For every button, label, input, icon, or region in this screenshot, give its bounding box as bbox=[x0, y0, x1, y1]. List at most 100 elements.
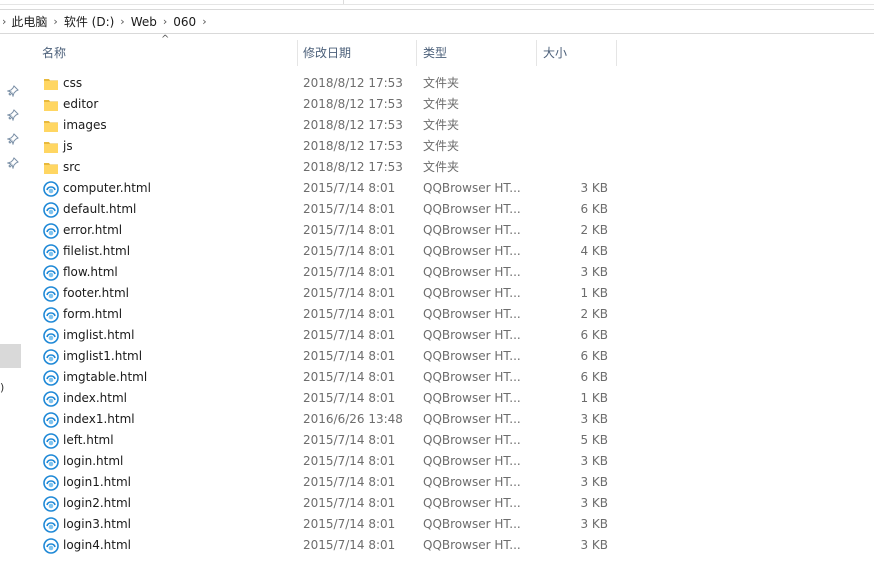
file-list: css 2018/8/12 17:53 文件夹 editor 2018/8/12 17:… bbox=[24, 73, 874, 556]
file-name: login.html bbox=[63, 454, 124, 468]
file-name: imglist1.html bbox=[63, 349, 143, 363]
column-header-type[interactable]: 类型 bbox=[423, 40, 533, 66]
file-row[interactable]: error.html 2015/7/14 8:01 QQBrowser HT... 2… bbox=[24, 220, 874, 241]
file-row[interactable]: login.html 2015/7/14 8:01 QQBrowser HT... 3… bbox=[24, 451, 874, 472]
file-row[interactable]: form.html 2015/7/14 8:01 QQBrowser HT... 2 … bbox=[24, 304, 874, 325]
file-size: 6 KB bbox=[580, 202, 608, 216]
file-row[interactable]: imglist1.html 2015/7/14 8:01 QQBrowser HT.… bbox=[24, 346, 874, 367]
file-type: QQBrowser HT... bbox=[423, 223, 521, 237]
chevron-right-icon[interactable]: › bbox=[120, 15, 124, 28]
breadcrumb-this-pc[interactable]: 此电脑 › bbox=[11, 13, 63, 30]
file-size: 3 KB bbox=[580, 517, 608, 531]
file-name: images bbox=[63, 118, 107, 132]
file-modified-date: 2015/7/14 8:01 bbox=[303, 202, 396, 216]
column-divider[interactable] bbox=[536, 40, 537, 66]
file-type: QQBrowser HT... bbox=[423, 454, 521, 468]
breadcrumb-drive-d[interactable]: 软件 (D:) › bbox=[64, 13, 131, 30]
pin-icon[interactable] bbox=[7, 109, 19, 121]
file-row[interactable]: login1.html 2015/7/14 8:01 QQBrowser HT...… bbox=[24, 472, 874, 493]
file-name: index.html bbox=[63, 391, 127, 405]
breadcrumb-label: 此电脑 bbox=[11, 15, 48, 29]
file-type: 文件夹 bbox=[423, 139, 460, 153]
column-header-name[interactable]: 名称 bbox=[42, 40, 292, 66]
breadcrumb-label: Web bbox=[130, 14, 157, 29]
file-modified-date: 2015/7/14 8:01 bbox=[303, 349, 396, 363]
column-divider[interactable] bbox=[616, 40, 617, 66]
file-name: left.html bbox=[63, 433, 114, 447]
pin-icon[interactable] bbox=[7, 85, 19, 97]
file-modified-date: 2015/7/14 8:01 bbox=[303, 265, 396, 279]
column-divider[interactable] bbox=[297, 40, 298, 66]
file-size: 3 KB bbox=[580, 496, 608, 510]
file-row[interactable]: default.html 2015/7/14 8:01 QQBrowser HT..… bbox=[24, 199, 874, 220]
divider bbox=[343, 0, 344, 4]
breadcrumb-label: 软件 (D:) bbox=[63, 15, 115, 29]
file-name: footer.html bbox=[63, 286, 129, 300]
file-row[interactable]: filelist.html 2015/7/14 8:01 QQBrowser HT.… bbox=[24, 241, 874, 262]
file-type: 文件夹 bbox=[423, 76, 460, 90]
column-header-size[interactable]: 大小 bbox=[543, 40, 613, 66]
file-size: 6 KB bbox=[580, 349, 608, 363]
breadcrumb-web[interactable]: Web › bbox=[131, 15, 174, 29]
file-type: QQBrowser HT... bbox=[423, 265, 521, 279]
file-type: QQBrowser HT... bbox=[423, 307, 521, 321]
chevron-right-icon[interactable]: › bbox=[53, 15, 57, 28]
file-name: js bbox=[63, 139, 73, 153]
file-type: QQBrowser HT... bbox=[423, 433, 521, 447]
file-size: 2 KB bbox=[580, 223, 608, 237]
file-row[interactable]: editor 2018/8/12 17:53 文件夹 bbox=[24, 94, 874, 115]
file-name: src bbox=[63, 160, 81, 174]
file-type: QQBrowser HT... bbox=[423, 517, 521, 531]
qqbrowser-html-icon bbox=[43, 391, 59, 407]
qqbrowser-html-icon bbox=[43, 538, 59, 554]
file-row[interactable]: images 2018/8/12 17:53 文件夹 bbox=[24, 115, 874, 136]
folder-icon bbox=[43, 118, 59, 134]
file-row[interactable]: footer.html 2015/7/14 8:01 QQBrowser HT...… bbox=[24, 283, 874, 304]
chevron-right-icon[interactable]: › bbox=[163, 15, 167, 28]
folder-icon bbox=[43, 160, 59, 176]
chevron-right-icon[interactable]: › bbox=[2, 15, 6, 28]
file-name: css bbox=[63, 76, 83, 90]
file-row[interactable]: src 2018/8/12 17:53 文件夹 bbox=[24, 157, 874, 178]
file-row[interactable]: login3.html 2015/7/14 8:01 QQBrowser HT...… bbox=[24, 514, 874, 535]
breadcrumb-060[interactable]: 060 › bbox=[173, 15, 212, 29]
chevron-right-icon[interactable]: › bbox=[202, 15, 206, 28]
navigation-selected-item[interactable] bbox=[0, 344, 21, 368]
file-row[interactable]: login4.html 2015/7/14 8:01 QQBrowser HT...… bbox=[24, 535, 874, 556]
file-row[interactable]: index1.html 2016/6/26 13:48 QQBrowser HT..… bbox=[24, 409, 874, 430]
file-row[interactable]: imglist.html 2015/7/14 8:01 QQBrowser HT..… bbox=[24, 325, 874, 346]
file-type: QQBrowser HT... bbox=[423, 328, 521, 342]
file-row[interactable]: left.html 2015/7/14 8:01 QQBrowser HT... 5 … bbox=[24, 430, 874, 451]
window-top-edge bbox=[0, 0, 874, 5]
file-modified-date: 2018/8/12 17:53 bbox=[303, 139, 403, 153]
file-size: 2 KB bbox=[580, 307, 608, 321]
file-row[interactable]: css 2018/8/12 17:53 文件夹 bbox=[24, 73, 874, 94]
file-size: 6 KB bbox=[580, 328, 608, 342]
column-divider[interactable] bbox=[416, 40, 417, 66]
pin-icon[interactable] bbox=[7, 157, 19, 169]
file-modified-date: 2015/7/14 8:01 bbox=[303, 538, 396, 552]
file-row[interactable]: js 2018/8/12 17:53 文件夹 bbox=[24, 136, 874, 157]
file-name: login1.html bbox=[63, 475, 132, 489]
folder-icon bbox=[43, 97, 59, 113]
file-size: 4 KB bbox=[580, 244, 608, 258]
qqbrowser-html-icon bbox=[43, 244, 59, 260]
file-type: QQBrowser HT... bbox=[423, 370, 521, 384]
address-bar[interactable]: › 此电脑 › 软件 (D:) › Web › 060 › bbox=[0, 9, 874, 34]
file-type: QQBrowser HT... bbox=[423, 412, 521, 426]
file-row[interactable]: login2.html 2015/7/14 8:01 QQBrowser HT...… bbox=[24, 493, 874, 514]
file-name: login4.html bbox=[63, 538, 132, 552]
column-header-modified[interactable]: 修改日期 bbox=[303, 40, 413, 66]
pin-icon[interactable] bbox=[7, 133, 19, 145]
file-row[interactable]: index.html 2015/7/14 8:01 QQBrowser HT... 1… bbox=[24, 388, 874, 409]
file-type: 文件夹 bbox=[423, 97, 460, 111]
file-type: 文件夹 bbox=[423, 160, 460, 174]
file-modified-date: 2015/7/14 8:01 bbox=[303, 433, 396, 447]
file-row[interactable]: flow.html 2015/7/14 8:01 QQBrowser HT... 3 … bbox=[24, 262, 874, 283]
file-modified-date: 2015/7/14 8:01 bbox=[303, 244, 396, 258]
file-modified-date: 2015/7/14 8:01 bbox=[303, 307, 396, 321]
file-size: 3 KB bbox=[580, 454, 608, 468]
qqbrowser-html-icon bbox=[43, 328, 59, 344]
file-row[interactable]: computer.html 2015/7/14 8:01 QQBrowser HT.… bbox=[24, 178, 874, 199]
file-row[interactable]: imgtable.html 2015/7/14 8:01 QQBrowser HT.… bbox=[24, 367, 874, 388]
